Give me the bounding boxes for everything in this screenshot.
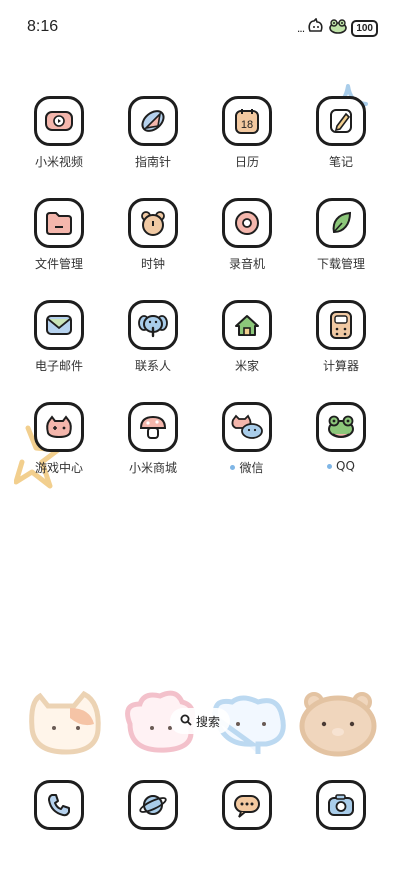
- app-label: 微信: [230, 459, 264, 476]
- home-screen: 8:16 ... 100 小米视频 指南针 18 日历 笔记 文件管理 时钟 录…: [0, 0, 400, 889]
- app-mi-video[interactable]: 小米视频: [12, 96, 106, 198]
- app-label: 下载管理: [316, 257, 365, 271]
- app-label-text: QQ: [336, 459, 355, 473]
- phone-icon: [34, 780, 84, 830]
- dock-phone[interactable]: [12, 780, 106, 830]
- app-label: QQ: [327, 459, 355, 473]
- app-row: 文件管理 时钟 录音机 下载管理: [12, 198, 388, 300]
- app-label: 小米商城: [128, 461, 177, 475]
- dock: [12, 780, 388, 830]
- mail-icon: [34, 300, 84, 350]
- wechat-icon: [222, 402, 272, 452]
- app-calendar[interactable]: 18 日历: [200, 96, 294, 198]
- bear-clock-icon: [128, 198, 178, 248]
- app-calculator[interactable]: 计算器: [294, 300, 388, 402]
- search-button[interactable]: 搜索: [170, 708, 230, 734]
- folder-icon: [34, 198, 84, 248]
- home-icon: [222, 300, 272, 350]
- compass-icon: [128, 96, 178, 146]
- app-label: 计算器: [322, 359, 359, 373]
- video-icon: [34, 96, 84, 146]
- app-clock[interactable]: 时钟: [106, 198, 200, 300]
- dock-browser[interactable]: [106, 780, 200, 830]
- recorder-icon: [222, 198, 272, 248]
- app-mi-store[interactable]: 小米商城: [106, 402, 200, 504]
- app-email[interactable]: 电子邮件: [12, 300, 106, 402]
- notification-dot: [230, 465, 236, 470]
- calendar-date: 18: [241, 119, 253, 131]
- camera-icon: [316, 780, 366, 830]
- app-row: 游戏中心 小米商城 微信 QQ: [12, 402, 388, 504]
- frog-face-icon: [328, 18, 348, 38]
- app-contacts[interactable]: 联系人: [106, 300, 200, 402]
- message-bubble-icon: [222, 780, 272, 830]
- app-row: 电子邮件 联系人 米家 计算器: [12, 300, 388, 402]
- cat-face-icon: [307, 17, 325, 38]
- app-label: 笔记: [328, 155, 353, 169]
- app-label: 文件管理: [34, 257, 83, 271]
- battery-indicator: 100: [351, 19, 378, 37]
- app-label: 游戏中心: [34, 461, 83, 475]
- app-label-text: 微信: [239, 461, 264, 475]
- dock-messages[interactable]: [200, 780, 294, 830]
- frog-qq-icon: [316, 402, 366, 452]
- app-mi-home[interactable]: 米家: [200, 300, 294, 402]
- notes-icon: [316, 96, 366, 146]
- app-label: 联系人: [134, 359, 171, 373]
- notification-dot: [327, 463, 333, 469]
- app-wechat[interactable]: 微信: [200, 402, 294, 504]
- app-grid: 小米视频 指南针 18 日历 笔记 文件管理 时钟 录音机 下载管理 电子邮件 …: [12, 96, 388, 504]
- status-time: 8:16: [27, 18, 59, 35]
- app-file-manager[interactable]: 文件管理: [12, 198, 106, 300]
- app-label: 录音机: [228, 257, 265, 271]
- elephant-contacts-icon: [128, 300, 178, 350]
- calendar-icon: 18: [222, 96, 272, 146]
- search-icon: [180, 714, 192, 729]
- signal-icon: ...: [296, 21, 305, 35]
- app-label: 小米视频: [34, 155, 83, 169]
- app-game-center[interactable]: 游戏中心: [12, 402, 106, 504]
- app-label: 电子邮件: [34, 359, 83, 373]
- leaf-download-icon: [316, 198, 366, 248]
- app-label: 指南针: [134, 155, 171, 169]
- status-bar: 8:16 ... 100: [0, 0, 400, 56]
- cat-widget-icon: [29, 690, 101, 755]
- status-icons: ... 100: [296, 17, 378, 38]
- app-notes[interactable]: 笔记: [294, 96, 388, 198]
- calculator-icon: [316, 300, 366, 350]
- mushroom-store-icon: [128, 402, 178, 452]
- app-qq[interactable]: QQ: [294, 402, 388, 504]
- app-recorder[interactable]: 录音机: [200, 198, 294, 300]
- app-row: 小米视频 指南针 18 日历 笔记: [12, 96, 388, 198]
- app-label: 时钟: [140, 257, 165, 271]
- bear-widget-icon: [299, 692, 377, 757]
- search-label: 搜索: [195, 714, 220, 729]
- app-download-manager[interactable]: 下载管理: [294, 198, 388, 300]
- gamepad-icon: [34, 402, 84, 452]
- app-label: 米家: [234, 359, 259, 373]
- app-compass[interactable]: 指南针: [106, 96, 200, 198]
- app-label: 日历: [234, 155, 259, 169]
- planet-browser-icon: [128, 780, 178, 830]
- dock-camera[interactable]: [294, 780, 388, 830]
